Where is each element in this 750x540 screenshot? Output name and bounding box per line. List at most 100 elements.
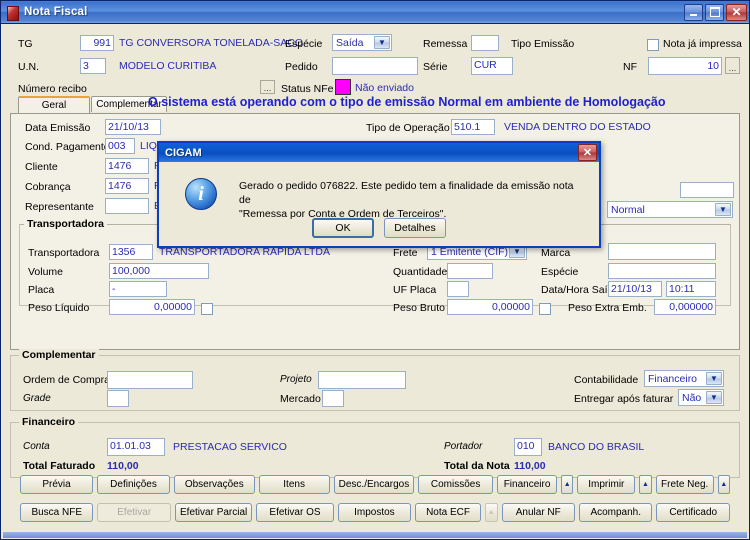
total-nota-value: 110,00 [514,460,546,472]
volume-input[interactable]: 100,000 [109,263,209,279]
minimize-button[interactable] [684,3,703,21]
peso-extra-input[interactable]: 0,000000 [654,299,716,315]
projeto-label: Projeto [280,374,312,385]
especie-label: Espécie [285,38,323,50]
cond-pagamento-code-input[interactable]: 003 [105,138,135,154]
window-client-area: TG 991 TG CONVERSORA TONELADA-SACO Espéc… [2,24,748,538]
normal-select[interactable]: Normal ▼ [607,201,733,218]
button-itens[interactable]: Itens [258,475,330,494]
spinner-frete-neg[interactable]: ▲ [717,475,730,494]
button-comissoes[interactable]: Comissões [418,475,494,494]
mercado-label: Mercado [280,393,321,405]
button-frete-neg[interactable]: Frete Neg. [655,475,714,494]
tipo-operacao-code-input[interactable]: 510.1 [451,119,495,135]
grade-input[interactable] [107,390,129,407]
dialog-close-button[interactable]: ✕ [578,144,597,161]
cigam-dialog: CIGAM ✕ i Gerado o pedido 076822. Este p… [157,141,601,248]
dialog-titlebar: CIGAM ✕ [159,143,599,162]
status-nfe-color-swatch [335,79,351,95]
projeto-input[interactable] [318,371,406,389]
ordem-compra-input[interactable] [107,371,193,389]
action-buttons-row-2: Busca NFE Efetivar Efetivar Parcial Efetiva… [2,503,748,522]
entregar-apos-faturar-select[interactable]: Não ▼ [678,389,724,406]
volume-label: Volume [28,266,64,278]
contabilidade-select[interactable]: Financeiro ▼ [644,370,724,387]
placa-input[interactable]: - [109,281,167,297]
button-definicoes[interactable]: Definições [97,475,171,494]
spinner-financeiro[interactable]: ▲ [561,475,574,494]
maximize-button[interactable] [705,3,724,21]
pedido-input[interactable] [332,57,418,75]
button-financeiro[interactable]: Financeiro [497,475,558,494]
numero-recibo-label: Número recibo [18,83,87,95]
dialog-ok-button[interactable]: OK [312,218,374,238]
conta-label: Conta [23,441,50,452]
button-previa[interactable]: Prévia [20,475,94,494]
uf-placa-input[interactable] [447,281,469,297]
chevron-down-icon: ▼ [706,372,722,385]
dialog-detalhes-button[interactable]: Detalhes [384,218,446,238]
peso-liquido-label: Peso Líquido [28,302,90,314]
button-certificado[interactable]: Certificado [656,503,730,522]
total-faturado-value: 110,00 [107,460,139,472]
tab-geral[interactable]: Geral [18,96,90,113]
data-emissao-label: Data Emissão [25,122,91,134]
grade-label: Grade [23,393,51,404]
conta-description: PRESTACAO SERVICO [173,441,287,453]
button-impostos[interactable]: Impostos [337,503,412,522]
marca-label: Marca [541,247,571,259]
status-bar [3,532,747,538]
representante-code-input[interactable] [105,198,149,214]
button-acompanh[interactable]: Acompanh. [579,503,653,522]
marca-input[interactable] [608,243,716,260]
quantidade-label: Quantidade [393,266,448,278]
button-efetivar-parcial[interactable]: Efetivar Parcial [174,503,253,522]
cliente-code-input[interactable]: 1476 [105,158,149,174]
nf-input[interactable]: 10 [648,57,722,75]
especie-select[interactable]: Saída ▼ [332,34,392,51]
button-imprimir[interactable]: Imprimir [577,475,636,494]
portador-code-input[interactable]: 010 [514,438,542,456]
data-saida-input[interactable]: 21/10/13 [608,281,662,297]
data-emissao-input[interactable]: 21/10/13 [105,119,161,135]
peso-bruto-input[interactable]: 0,00000 [447,299,533,315]
spinner-imprimir[interactable]: ▲ [639,475,652,494]
serie-label: Série [423,61,448,73]
button-busca-nfe[interactable]: Busca NFE [20,503,94,522]
transportadora-code-input[interactable]: 1356 [109,244,153,260]
remessa-input[interactable] [471,35,499,51]
geral-right-input[interactable] [680,182,734,198]
close-button[interactable]: ✕ [726,3,747,21]
recibo-picker-button[interactable]: ... [260,80,275,94]
dialog-message-line1: Gerado o pedido 076822. Este pedido tem … [239,180,574,206]
especie-value: Saída [336,36,364,49]
button-nota-ecf[interactable]: Nota ECF [415,503,481,522]
window-controls: ✕ [684,3,747,21]
mercado-input[interactable] [322,390,344,407]
serie-input[interactable]: CUR [471,57,513,75]
button-anular-nf[interactable]: Anular NF [501,503,575,522]
cond-pagamento-label: Cond. Pagamento [25,141,110,153]
hora-saida-input[interactable]: 10:11 [666,281,716,297]
peso-liquido-checkbox[interactable] [201,300,213,318]
cobranca-code-input[interactable]: 1476 [105,178,149,194]
quantidade-input[interactable] [447,263,493,279]
nf-picker-button[interactable]: ... [725,57,740,74]
button-observacoes[interactable]: Observações [174,475,255,494]
entregar-apos-faturar-label: Entregar após faturar [574,393,674,405]
total-nota-label: Total da Nota [444,460,510,472]
ordem-compra-label: Ordem de Compra [23,374,110,386]
un-code-input[interactable]: 3 [80,58,106,74]
conta-code-input[interactable]: 01.01.03 [107,438,165,456]
financeiro-group-title: Financeiro [19,416,79,428]
peso-liquido-input[interactable]: 0,00000 [109,299,195,315]
contabilidade-value: Financeiro [648,372,698,385]
peso-bruto-checkbox[interactable] [539,300,551,318]
tg-code-input[interactable]: 991 [80,35,114,51]
button-efetivar-os[interactable]: Efetivar OS [256,503,334,522]
nota-ja-impressa-checkbox[interactable] [647,36,659,54]
transp-especie-input[interactable] [608,263,716,279]
button-desc-encargos[interactable]: Desc./Encargos [333,475,415,494]
button-efetivar: Efetivar [97,503,171,522]
representante-label: Representante [25,201,94,213]
